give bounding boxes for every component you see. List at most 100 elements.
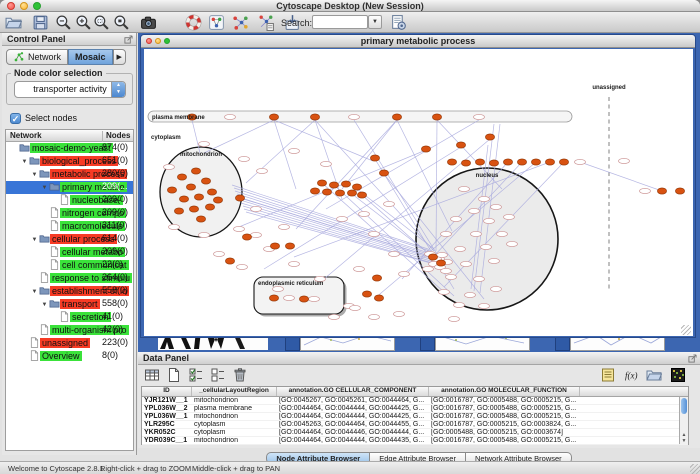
save-session-icon[interactable]	[32, 14, 49, 31]
help-lifering-icon[interactable]	[185, 14, 202, 31]
tree-row-count: 264(0)	[102, 272, 128, 282]
svg-text:endoplasmic reticulum: endoplasmic reticulum	[258, 281, 323, 287]
select-all-attributes-icon[interactable]	[188, 367, 204, 383]
snapshot-camera-icon[interactable]	[140, 14, 157, 31]
network-window-title: primary metabolic process	[141, 36, 695, 46]
vizmapper-icon[interactable]	[208, 14, 225, 31]
search-input-wrap[interactable]	[312, 15, 368, 29]
tree-row[interactable]: mosaic-demo-yeast874(0)	[6, 142, 133, 155]
zoom-fit-icon[interactable]	[113, 14, 130, 31]
tree-col-network[interactable]: Network	[10, 131, 42, 140]
import-attributes-icon[interactable]	[646, 367, 662, 383]
table-row[interactable]: YJR121W__1mitochondrion[GO:0045267, GO:0…	[142, 397, 688, 405]
tree-row-count: 42(0)	[102, 324, 123, 334]
node-color-dropdown[interactable]: transporter activity ▲▼	[14, 81, 126, 98]
tree-row[interactable]: nucleobase-209(0)	[6, 194, 133, 207]
expander-icon[interactable]: ▼	[40, 185, 49, 191]
delete-attribute-icon[interactable]	[232, 367, 248, 383]
tab-network-label: Network	[28, 52, 61, 62]
attribute-table[interactable]: ID_cellularLayoutRegionannotation.GO CEL…	[141, 386, 689, 445]
svg-text:mitochondrion: mitochondrion	[180, 152, 222, 158]
table-row[interactable]: YDR039C__1mitochondrion[GO:0044464, GO:0…	[142, 437, 688, 445]
tree-row[interactable]: cell communicat22(0)	[6, 259, 133, 272]
tree-row[interactable]: nitrogen compo209(0)	[6, 207, 133, 220]
search-config-icon[interactable]	[390, 14, 407, 31]
table-cell: YKR052C	[142, 429, 192, 436]
tabs-overflow-arrow[interactable]: ▶	[113, 49, 126, 65]
tree-row[interactable]: secretion41(0)	[6, 311, 133, 324]
tree-row-count: 41(0)	[102, 311, 123, 321]
expander-icon[interactable]: ▼	[30, 289, 39, 295]
table-row[interactable]: YPL036W__1mitochondrion[GO:0044464, GO:0…	[142, 413, 688, 421]
expander-icon[interactable]: ▼	[30, 172, 39, 178]
attribute-columns-icon[interactable]	[144, 367, 160, 383]
open-session-icon[interactable]	[5, 14, 22, 31]
folder-icon	[29, 155, 40, 166]
window-resize-grip[interactable]	[681, 325, 691, 335]
status-pan-hint: Middle-click + drag to PAN	[192, 464, 280, 473]
tree-row[interactable]: ▼establishment of lo558(0)	[6, 285, 133, 298]
tree-header: Network Nodes	[6, 130, 133, 142]
edit-network-view-icon[interactable]	[258, 14, 275, 31]
cytoscape-window: Cytoscape Desktop (New Session) Search: …	[0, 0, 700, 474]
select-nodes-label: Select nodes	[25, 113, 77, 123]
tab-mosaic[interactable]: Mosaic	[68, 49, 113, 65]
search-input[interactable]	[313, 20, 367, 32]
zoom-in-icon[interactable]	[75, 14, 92, 31]
tree-row[interactable]: response to stimulu264(0)	[6, 272, 133, 285]
tree-row-count: 223(0)	[102, 337, 128, 347]
table-cell: [GO:0045263, GO:0044464, GO:0044455, G..…	[277, 421, 429, 428]
expander-icon[interactable]: ▼	[20, 159, 29, 165]
float-panel-icon[interactable]	[124, 35, 133, 44]
select-nodes-checkbox[interactable]: ✓	[10, 113, 21, 124]
folder-icon	[19, 142, 30, 153]
file-icon	[49, 207, 60, 218]
tree-row-count: 651(0)	[102, 155, 128, 165]
network-window-titlebar[interactable]: primary metabolic process	[141, 35, 695, 48]
unselect-all-attributes-icon[interactable]	[210, 367, 226, 383]
expander-icon[interactable]: ▼	[30, 237, 39, 243]
scrollbar-thumb[interactable]	[681, 398, 687, 414]
table-cell: [GO:0044464, GO:0044446, GO:0044444, G..…	[277, 429, 429, 436]
tree-row[interactable]: multi-organism pro42(0)	[6, 324, 133, 337]
table-row[interactable]: YLR295Ccytoplasm[GO:0045263, GO:0044464,…	[142, 421, 688, 429]
table-cell: [GO:0005488, GO:0005215, GO:0003674]	[429, 429, 580, 436]
table-cell: [GO:0016787, GO:0005488, GO:0005215, G..…	[429, 437, 580, 444]
tree-row[interactable]: ▼cellular process614(0)	[6, 233, 133, 246]
float-data-panel-icon[interactable]	[688, 354, 697, 363]
tree-row[interactable]: ▼primary metabo209(...	[6, 181, 133, 194]
table-row[interactable]: YKR052Ccytoplasm[GO:0044464, GO:0044446,…	[142, 429, 688, 437]
tree-row[interactable]: ▼transport558(0)	[6, 298, 133, 311]
table-column-header[interactable]: annotation.GO CELLULAR_COMPONENT	[277, 387, 429, 396]
search-dropdown-button[interactable]: ▼	[368, 15, 382, 29]
table-column-header[interactable]: _cellularLayoutRegion	[192, 387, 277, 396]
app-resize-grip[interactable]	[690, 464, 700, 474]
expander-icon[interactable]: ▼	[40, 302, 49, 308]
table-column-header[interactable]: ID	[142, 387, 192, 396]
tab-network[interactable]: Network	[6, 49, 68, 65]
tree-row[interactable]: cellular metabo209(0)	[6, 246, 133, 259]
table-cell: YPL036W__2	[142, 405, 192, 412]
scrollbar-arrows[interactable]: ▲▼	[680, 432, 688, 444]
tree-row[interactable]: unassigned223(0)	[6, 337, 133, 350]
network-view-window[interactable]: primary metabolic process plasma membran…	[140, 34, 696, 338]
table-row[interactable]: YPL036W__2plasma membrane[GO:0044464, GO…	[142, 405, 688, 413]
window-titlebar[interactable]: Cytoscape Desktop (New Session)	[0, 0, 700, 12]
edit-network-icon[interactable]	[232, 14, 249, 31]
tree-row[interactable]: ▼metabolic process280(0)	[6, 168, 133, 181]
table-scrollbar[interactable]: ▲▼	[679, 397, 688, 444]
tree-row[interactable]: Overview8(0)	[6, 350, 133, 363]
tree-col-nodes[interactable]: Nodes	[102, 131, 130, 142]
table-column-header[interactable]: annotation.GO MOLECULAR_FUNCTION	[429, 387, 580, 396]
create-attribute-icon[interactable]	[166, 367, 182, 383]
zoom-selected-region-icon[interactable]	[93, 14, 110, 31]
formula-builder-icon[interactable]: f(x)	[624, 367, 640, 383]
tree-row[interactable]: macromolecule311(0)	[6, 220, 133, 233]
zoom-out-icon[interactable]	[55, 14, 72, 31]
network-canvas[interactable]: plasma membranecytoplasmmitochondrionnuc…	[144, 49, 693, 336]
matrix-view-icon[interactable]	[670, 367, 686, 383]
tree-row[interactable]: ▼biological_process651(0)	[6, 155, 133, 168]
file-icon	[29, 350, 40, 361]
annotation-note-icon[interactable]	[600, 367, 616, 383]
folder-icon	[39, 285, 50, 296]
